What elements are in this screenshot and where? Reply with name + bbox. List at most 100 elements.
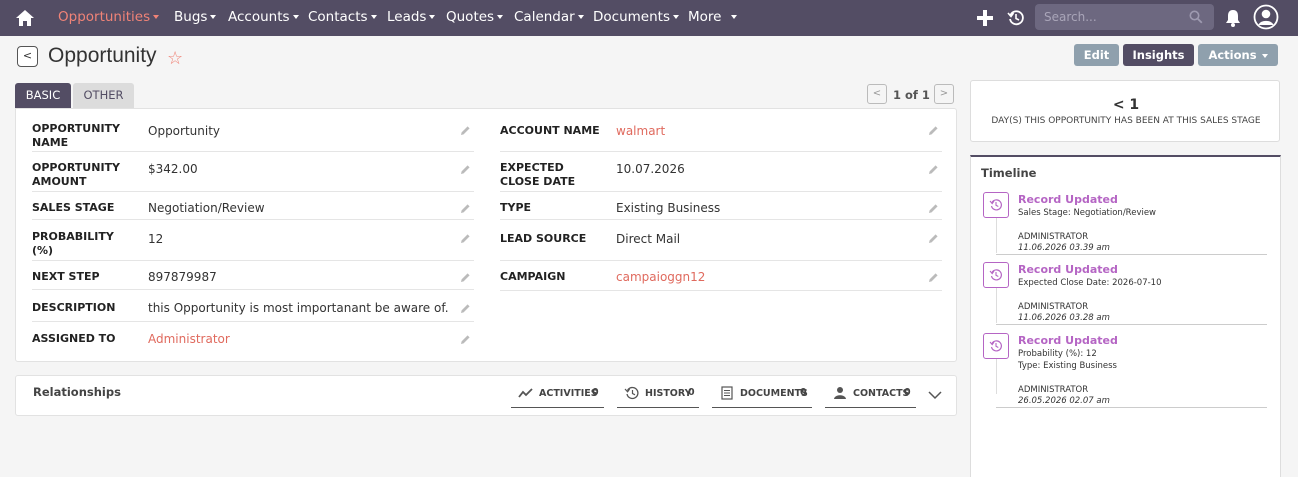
tab-label: ACTIVITIES bbox=[539, 388, 598, 399]
divider bbox=[32, 289, 474, 290]
field-label: TYPE bbox=[500, 201, 532, 214]
field-label: PROBABILITY (%) bbox=[32, 230, 114, 257]
nav-item-label: Opportunities bbox=[58, 9, 151, 25]
caret-down-icon bbox=[370, 15, 377, 19]
divider bbox=[500, 219, 942, 220]
field-label: OPPORTUNITY AMOUNT bbox=[32, 161, 121, 188]
caret-down-icon bbox=[292, 15, 299, 19]
timeline-entry-user: ADMINISTRATOR bbox=[1018, 232, 1089, 242]
relationships-title: Relationships bbox=[33, 385, 121, 399]
caret-down-icon bbox=[429, 15, 436, 19]
caret-down-icon bbox=[1261, 53, 1268, 58]
caret-down-icon bbox=[577, 15, 584, 19]
timeline-connector bbox=[996, 359, 997, 394]
history-icon bbox=[983, 333, 1009, 359]
pager-count: 1 of 1 bbox=[893, 88, 930, 102]
nav-item-label: Bugs bbox=[174, 9, 208, 25]
tab-documents[interactable]: DOCUMENTS 0 bbox=[712, 382, 812, 408]
tab-count: 0 bbox=[688, 387, 695, 398]
tab-activities[interactable]: ACTIVITIES 0 bbox=[511, 382, 604, 408]
tab-other[interactable]: OTHER bbox=[73, 83, 134, 108]
account-link[interactable]: walmart bbox=[616, 124, 665, 138]
insights-button[interactable]: Insights bbox=[1123, 44, 1194, 66]
nav-item-documents[interactable]: Documents bbox=[593, 0, 679, 36]
pencil-icon[interactable] bbox=[460, 125, 471, 136]
nav-item-quotes[interactable]: Quotes bbox=[446, 0, 504, 36]
divider bbox=[996, 254, 1267, 255]
bell-icon[interactable] bbox=[1224, 8, 1242, 28]
pencil-icon[interactable] bbox=[460, 303, 471, 314]
tab-contacts[interactable]: CONTACTS 0 bbox=[825, 382, 916, 408]
history-icon bbox=[983, 192, 1009, 218]
pager-prev-button[interactable]: < bbox=[867, 84, 887, 104]
divider bbox=[32, 219, 474, 220]
edit-button[interactable]: Edit bbox=[1074, 44, 1119, 66]
pencil-icon[interactable] bbox=[928, 125, 939, 136]
detail-panel: OPPORTUNITY NAME Opportunity OPPORTUNITY… bbox=[15, 108, 957, 362]
timeline-entry-title[interactable]: Record Updated bbox=[1018, 334, 1118, 347]
nav-item-bugs[interactable]: Bugs bbox=[174, 0, 217, 36]
timeline-connector bbox=[996, 288, 997, 323]
caret-down-icon bbox=[731, 15, 738, 19]
nav-item-opportunities[interactable]: Opportunities bbox=[58, 0, 160, 36]
favorite-star-icon[interactable]: ☆ bbox=[167, 50, 183, 68]
nav-item-leads[interactable]: Leads bbox=[387, 0, 436, 36]
chevron-down-icon[interactable] bbox=[928, 390, 942, 400]
search-input[interactable] bbox=[1035, 4, 1214, 30]
pencil-icon[interactable] bbox=[928, 203, 939, 214]
timeline-connector bbox=[996, 218, 997, 253]
timeline-entry-title[interactable]: Record Updated bbox=[1018, 263, 1118, 276]
tab-count: 0 bbox=[800, 387, 807, 398]
pencil-icon[interactable] bbox=[460, 233, 471, 244]
pencil-icon[interactable] bbox=[460, 203, 471, 214]
pencil-icon[interactable] bbox=[460, 164, 471, 175]
tab-label: DOCUMENTS bbox=[740, 388, 808, 399]
field-label: LEAD SOURCE bbox=[500, 232, 587, 245]
timeline-entry-date: 11.06.2026 03.39 am bbox=[1018, 243, 1110, 253]
home-icon[interactable] bbox=[14, 8, 36, 28]
assigned-user-link[interactable]: Administrator bbox=[148, 332, 230, 346]
search-icon[interactable] bbox=[1189, 10, 1203, 24]
history-icon[interactable] bbox=[1007, 9, 1025, 27]
pencil-icon[interactable] bbox=[928, 164, 939, 175]
caret-down-icon bbox=[497, 15, 504, 19]
nav-item-more[interactable]: More bbox=[688, 0, 738, 36]
field-label: CAMPAIGN bbox=[500, 270, 566, 283]
divider bbox=[500, 290, 942, 291]
pager-next-button[interactable]: > bbox=[934, 84, 954, 104]
pencil-icon[interactable] bbox=[928, 233, 939, 244]
back-button[interactable]: < bbox=[17, 46, 38, 67]
tab-basic[interactable]: BASIC bbox=[15, 83, 71, 108]
timeline-entry-title[interactable]: Record Updated bbox=[1018, 193, 1118, 206]
timeline-entry-detail: Type: Existing Business bbox=[1018, 361, 1117, 371]
document-icon bbox=[721, 386, 733, 400]
nav-item-label: Calendar bbox=[514, 9, 575, 25]
pencil-icon[interactable] bbox=[460, 272, 471, 283]
caret-down-icon bbox=[210, 15, 217, 19]
tab-history[interactable]: HISTORY 0 bbox=[617, 382, 699, 408]
nav-item-label: Leads bbox=[387, 9, 427, 25]
nav-item-calendar[interactable]: Calendar bbox=[514, 0, 584, 36]
plus-icon[interactable] bbox=[976, 9, 994, 27]
user-avatar-icon[interactable] bbox=[1253, 4, 1279, 30]
divider bbox=[500, 191, 942, 192]
campaign-link[interactable]: campaioggn12 bbox=[616, 270, 705, 284]
pencil-icon[interactable] bbox=[460, 334, 471, 345]
pencil-icon[interactable] bbox=[928, 272, 939, 283]
field-value: 897879987 bbox=[148, 270, 217, 284]
divider bbox=[500, 260, 942, 261]
actions-button[interactable]: Actions bbox=[1198, 44, 1278, 66]
person-icon bbox=[834, 387, 846, 399]
field-value: $342.00 bbox=[148, 162, 198, 176]
tab-count: 0 bbox=[904, 387, 911, 398]
divider bbox=[32, 191, 474, 192]
field-value: 12 bbox=[148, 232, 164, 246]
nav-item-label: Quotes bbox=[446, 9, 495, 25]
timeline-entry-detail: Expected Close Date: 2026-07-10 bbox=[1018, 278, 1162, 288]
field-value: Negotiation/Review bbox=[148, 201, 265, 215]
nav-item-contacts[interactable]: Contacts bbox=[308, 0, 377, 36]
activity-icon bbox=[518, 388, 533, 398]
nav-item-accounts[interactable]: Accounts bbox=[228, 0, 299, 36]
insight-value: < 1 bbox=[1112, 97, 1140, 113]
tab-label: HISTORY bbox=[645, 388, 692, 399]
